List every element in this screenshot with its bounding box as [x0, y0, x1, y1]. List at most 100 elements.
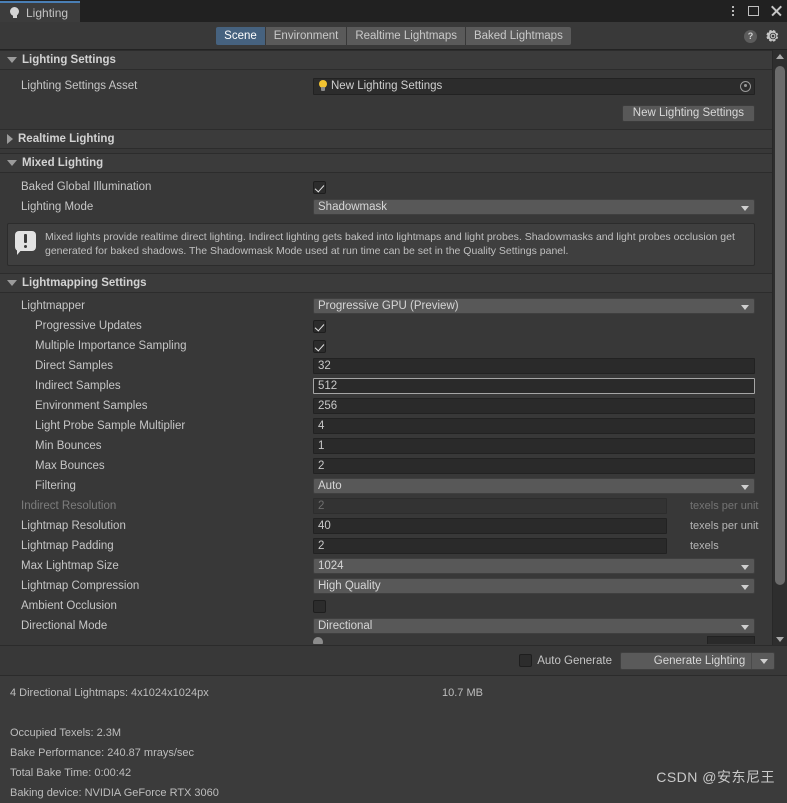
info-exclamation-icon	[15, 230, 37, 256]
label-max-lightmap-size: Max Lightmap Size	[21, 560, 119, 572]
toolbar-actions: ?	[744, 22, 780, 50]
window-titlebar: Lighting	[0, 0, 787, 22]
row-lightmap-padding: Lightmap Padding 2 texels	[0, 536, 772, 556]
chevron-down-icon	[741, 585, 749, 590]
section-header-realtime-lighting[interactable]: Realtime Lighting	[0, 129, 772, 149]
dropdown-lightmap-compression[interactable]: High Quality	[313, 578, 755, 594]
field-indirect-resolution: 2	[313, 498, 667, 514]
button-divider	[751, 652, 752, 669]
tab-realtime-lightmaps-label: Realtime Lightmaps	[355, 29, 457, 42]
row-new-lighting-settings: New Lighting Settings	[0, 102, 772, 122]
field-indirect-samples: 512	[313, 378, 755, 394]
label-environment-samples: Environment Samples	[35, 400, 148, 412]
slider-handle[interactable]	[313, 637, 323, 644]
new-lighting-settings-button[interactable]: New Lighting Settings	[621, 104, 755, 122]
tab-environment-label: Environment	[273, 29, 339, 42]
input-indirect-resolution: 2	[313, 498, 667, 514]
mixed-lighting-info-text: Mixed lights provide realtime direct lig…	[45, 231, 735, 257]
tab-lighting-label: Lighting	[26, 5, 69, 20]
input-direct-samples[interactable]: 32	[313, 358, 755, 374]
row-indirect-resolution: Indirect Resolution 2 texels per unit	[0, 496, 772, 516]
checkbox-auto-generate[interactable]	[519, 654, 533, 667]
tab-environment[interactable]: Environment	[265, 26, 348, 45]
input-lightmap-resolution[interactable]: 40	[313, 518, 667, 534]
watermark: CSDN @安东尼王	[656, 769, 775, 785]
input-environment-samples[interactable]: 256	[313, 398, 755, 414]
label-lightmapper: Lightmapper	[21, 300, 85, 312]
label-progressive-updates: Progressive Updates	[35, 320, 142, 332]
close-icon[interactable]	[770, 5, 782, 17]
label-baked-global-illumination: Baked Global Illumination	[21, 181, 152, 193]
field-min-bounces: 1	[313, 438, 755, 454]
chevron-down-icon	[741, 206, 749, 211]
chevron-down-icon[interactable]	[760, 658, 768, 664]
mode-tab-group: Scene Environment Realtime Lightmaps Bak…	[216, 26, 571, 45]
input-indirect-samples[interactable]: 512	[313, 378, 755, 394]
tab-lighting[interactable]: Lighting	[0, 1, 81, 22]
label-indirect-resolution: Indirect Resolution	[21, 500, 117, 512]
dropdown-filtering-value: Auto	[318, 480, 342, 492]
checkbox-multiple-importance-sampling[interactable]	[313, 339, 326, 353]
label-direct-samples: Direct Samples	[35, 360, 113, 372]
label-lighting-settings-asset: Lighting Settings Asset	[21, 80, 138, 92]
help-question-icon[interactable]: ?	[744, 29, 757, 43]
dropdown-max-lightmap-size[interactable]: 1024	[313, 558, 755, 574]
stat-occupied-texels: Occupied Texels: 2.3M	[10, 727, 122, 739]
generate-lighting-button[interactable]: Generate Lighting	[620, 651, 775, 670]
object-picker-icon[interactable]	[740, 80, 751, 92]
row-indirect-samples: Indirect Samples 512	[0, 376, 772, 396]
dropdown-lightmapper[interactable]: Progressive GPU (Preview)	[313, 298, 755, 314]
settings-scroll-region: Lighting Settings Lighting Settings Asse…	[0, 50, 787, 645]
label-directional-mode: Directional Mode	[21, 620, 108, 632]
label-max-bounces: Max Bounces	[35, 460, 105, 472]
auto-generate-control[interactable]: Auto Generate	[519, 654, 612, 667]
field-lightmapper: Progressive GPU (Preview)	[313, 298, 755, 314]
lighting-window: Lighting Scene Environment Realtime Ligh…	[0, 0, 787, 803]
field-multiple-importance-sampling	[313, 339, 755, 353]
input-lightmap-padding[interactable]: 2	[313, 538, 667, 554]
row-multiple-importance-sampling: Multiple Importance Sampling	[0, 336, 772, 356]
vertical-scrollbar[interactable]	[772, 50, 787, 645]
section-header-lighting-settings[interactable]: Lighting Settings	[0, 50, 772, 70]
label-indirect-samples: Indirect Samples	[35, 380, 121, 392]
stat-bake-performance: Bake Performance: 240.87 mrays/sec	[10, 747, 195, 759]
input-max-bounces[interactable]: 2	[313, 458, 755, 474]
scrollbar-thumb[interactable]	[775, 66, 785, 585]
tab-baked-lightmaps[interactable]: Baked Lightmaps	[465, 26, 571, 45]
field-lightmap-padding: 2	[313, 538, 667, 554]
tab-scene[interactable]: Scene	[216, 26, 266, 45]
section-title-lighting-settings: Lighting Settings	[22, 54, 116, 66]
section-header-mixed-lighting[interactable]: Mixed Lighting	[0, 153, 772, 173]
row-max-lightmap-size: Max Lightmap Size 1024	[0, 556, 772, 576]
dropdown-directional-mode[interactable]: Directional	[313, 618, 755, 634]
field-environment-samples: 256	[313, 398, 755, 414]
tab-scene-label: Scene	[224, 29, 257, 42]
checkbox-progressive-updates[interactable]	[313, 319, 326, 333]
field-filtering: Auto	[313, 478, 755, 494]
input-clipped[interactable]	[707, 636, 755, 644]
checkbox-ambient-occlusion[interactable]	[313, 599, 326, 613]
scroll-down-icon[interactable]	[773, 633, 787, 645]
input-min-bounces[interactable]: 1	[313, 438, 755, 454]
chevron-right-icon	[7, 134, 13, 144]
input-light-probe-sample-multiplier[interactable]: 4	[313, 418, 755, 434]
dropdown-lighting-mode[interactable]: Shadowmask	[313, 199, 755, 215]
gear-icon[interactable]	[766, 29, 780, 43]
field-light-probe-sample-multiplier: 4	[313, 418, 755, 434]
checkbox-baked-global-illumination[interactable]	[313, 180, 326, 194]
section-header-lightmapping-settings[interactable]: Lightmapping Settings	[0, 273, 772, 293]
maximize-icon[interactable]	[748, 6, 759, 16]
label-auto-generate: Auto Generate	[537, 654, 612, 667]
stat-lightmaps-size: 10.7 MB	[442, 687, 483, 699]
kebab-menu-icon[interactable]	[729, 6, 737, 16]
stat-lightmaps-text: 4 Directional Lightmaps: 4x1024x1024px	[10, 687, 209, 699]
chevron-down-icon	[741, 625, 749, 630]
dropdown-lighting-mode-value: Shadowmask	[318, 201, 388, 213]
dropdown-filtering[interactable]: Auto	[313, 478, 755, 494]
bake-stats-panel: 4 Directional Lightmaps: 4x1024x1024px 1…	[0, 675, 787, 803]
object-field-lighting-settings-asset[interactable]: New Lighting Settings	[313, 77, 755, 95]
scroll-up-icon[interactable]	[773, 50, 787, 62]
generate-lighting-label: Generate Lighting	[653, 654, 746, 667]
bottom-action-bar: Auto Generate Generate Lighting	[0, 645, 787, 675]
tab-realtime-lightmaps[interactable]: Realtime Lightmaps	[347, 26, 466, 45]
